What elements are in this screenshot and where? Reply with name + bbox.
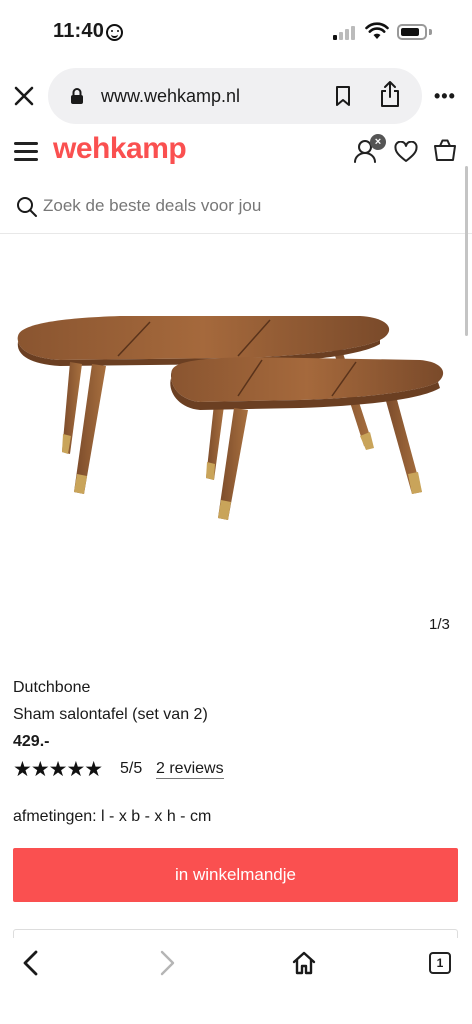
product-price: 429.-: [13, 733, 50, 750]
search-input[interactable]: [43, 196, 443, 216]
rating-value: 5/5: [120, 760, 143, 777]
tabs-icon[interactable]: 1: [429, 952, 451, 974]
bag-icon[interactable]: [432, 138, 458, 162]
url-text: www.wehkamp.nl: [101, 86, 241, 106]
address-bar[interactable]: www.wehkamp.nl: [48, 68, 422, 124]
wifi-icon: [365, 22, 389, 39]
battery-cap: [429, 29, 432, 35]
search-icon[interactable]: [16, 196, 38, 218]
heart-icon[interactable]: [394, 141, 418, 163]
status-bar: 11:40: [0, 0, 472, 64]
product-image[interactable]: [0, 236, 472, 640]
home-icon[interactable]: [291, 950, 317, 976]
close-icon[interactable]: [10, 82, 38, 110]
product-dimensions: afmetingen: l - x b - x h - cm: [13, 808, 212, 825]
more-icon[interactable]: •••: [434, 86, 462, 106]
back-icon[interactable]: [20, 950, 42, 976]
emoji-smile-icon: [106, 24, 123, 41]
battery-fill: [401, 28, 419, 36]
signal-icon: [333, 24, 359, 40]
account-badge: ×: [370, 134, 386, 150]
battery-icon: [397, 24, 427, 40]
browser-bottom-bar: 1: [0, 938, 472, 1024]
image-counter: 1/3: [429, 616, 450, 633]
coffee-tables-image: [17, 316, 444, 520]
product-title: Sham salontafel (set van 2): [13, 706, 208, 723]
site-logo[interactable]: wehkamp: [53, 132, 187, 166]
share-icon[interactable]: [378, 80, 402, 108]
forward-icon[interactable]: [156, 950, 178, 976]
reviews-link[interactable]: 2 reviews: [156, 760, 224, 779]
hamburger-icon[interactable]: [14, 142, 40, 162]
search-bar: [0, 182, 472, 234]
rating-stars: ★★★★★: [13, 758, 103, 781]
lock-icon: [71, 88, 83, 104]
product-brand[interactable]: Dutchbone: [13, 679, 90, 697]
status-time: 11:40: [53, 20, 105, 42]
add-to-cart-button[interactable]: in winkelmandje: [13, 848, 458, 902]
bookmark-icon[interactable]: [335, 85, 351, 107]
